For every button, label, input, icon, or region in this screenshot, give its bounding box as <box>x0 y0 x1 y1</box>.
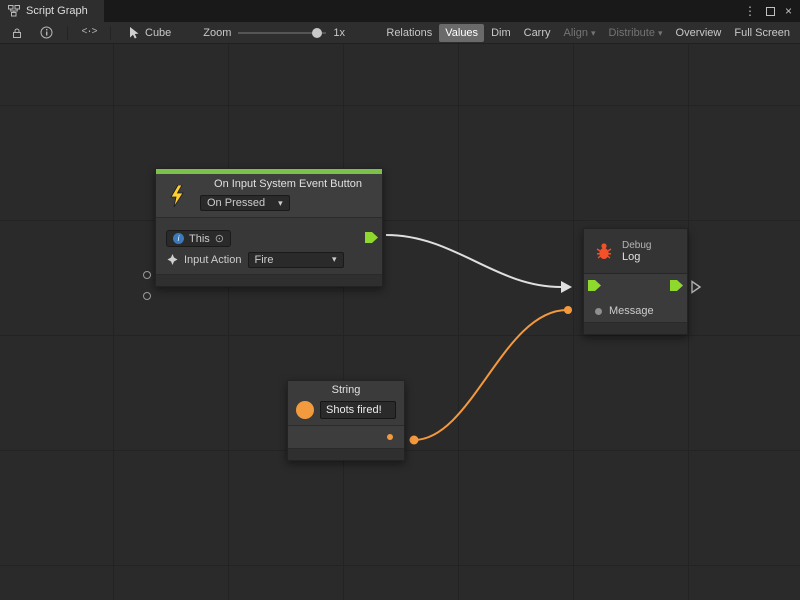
title-bar: Script Graph ⋮ × <box>0 0 800 22</box>
info-icon[interactable] <box>38 26 54 39</box>
values-button[interactable]: Values <box>439 24 484 42</box>
wire-message[interactable] <box>414 310 567 440</box>
this-label: This <box>189 233 210 245</box>
wire-trigger-arrowhead <box>561 281 572 293</box>
bug-icon <box>594 241 614 261</box>
code-icon[interactable]: <·> <box>81 27 97 38</box>
chevron-down-icon: ▾ <box>278 198 283 209</box>
align-dropdown[interactable]: Align▾ <box>558 24 602 42</box>
chevron-down-icon: ▾ <box>591 28 596 38</box>
node-title: On Input System Event Button <box>200 178 376 190</box>
node-string-literal[interactable]: String Shots fired! <box>287 380 405 461</box>
chevron-down-icon: ▾ <box>332 254 337 265</box>
zoom-control: Zoom 1x <box>203 27 345 39</box>
input-action-dropdown[interactable]: Fire ▾ <box>248 252 344 268</box>
full-screen-button[interactable]: Full Screen <box>728 24 796 42</box>
zoom-slider-knob[interactable] <box>312 28 322 38</box>
this-row: i This ⊙ <box>156 228 382 249</box>
output-row <box>288 426 404 448</box>
this-object-field[interactable]: i This ⊙ <box>166 230 231 247</box>
window-menu-icon[interactable]: ⋮ <box>744 5 756 17</box>
zoom-value: 1x <box>333 27 345 39</box>
input-action-icon <box>166 253 179 266</box>
object-picker-icon[interactable]: ⊙ <box>215 232 224 245</box>
input-action-label: Input Action <box>184 254 242 266</box>
node-footer <box>584 322 687 334</box>
relations-button[interactable]: Relations <box>380 24 438 42</box>
overview-button[interactable]: Overview <box>670 24 728 42</box>
graph-toolbar: <·> Cube Zoom 1x Relations Values Dim Ca… <box>0 22 800 44</box>
zoom-slider[interactable] <box>238 32 326 34</box>
distribute-label: Distribute <box>609 27 655 39</box>
target-object-label: Cube <box>145 27 171 39</box>
close-icon[interactable]: × <box>785 5 792 17</box>
wire-message-end-dot <box>564 306 572 314</box>
trigger-input-port[interactable] <box>588 280 601 294</box>
message-input-port[interactable] <box>595 308 602 315</box>
message-label: Message <box>609 305 654 317</box>
distribute-dropdown[interactable]: Distribute▾ <box>603 24 669 42</box>
node-category: Debug <box>622 240 651 251</box>
graph-target[interactable]: Cube <box>129 27 171 39</box>
node-footer <box>288 448 404 460</box>
window-controls: ⋮ × <box>744 0 800 22</box>
trigger-output-port[interactable] <box>670 280 683 294</box>
flow-row <box>584 274 687 300</box>
carry-button[interactable]: Carry <box>518 24 557 42</box>
tab-script-graph[interactable]: Script Graph <box>0 0 104 22</box>
input-action-input-port[interactable] <box>143 292 151 300</box>
align-label: Align <box>564 27 588 39</box>
input-action-row: Input Action Fire ▾ <box>156 249 382 270</box>
node-title: String <box>288 381 404 399</box>
zoom-label: Zoom <box>203 27 231 39</box>
string-type-icon <box>296 401 314 419</box>
message-row: Message <box>584 300 687 322</box>
cursor-icon <box>129 27 140 39</box>
lightning-bolt-icon <box>156 174 198 217</box>
script-graph-icon <box>8 5 20 17</box>
dim-button[interactable]: Dim <box>485 24 517 42</box>
event-mode-dropdown[interactable]: On Pressed ▾ <box>200 195 290 211</box>
maximize-icon[interactable] <box>766 7 775 16</box>
string-value-field[interactable]: Shots fired! <box>320 401 396 419</box>
input-action-value: Fire <box>255 254 274 266</box>
tab-title: Script Graph <box>26 5 88 17</box>
log-output-port-outline[interactable] <box>692 282 700 293</box>
node-debug-log[interactable]: Debug Log Message <box>583 228 688 335</box>
graph-canvas[interactable]: On Input System Event Button On Pressed … <box>0 44 800 600</box>
string-output-port[interactable] <box>387 434 393 440</box>
event-mode-value: On Pressed <box>207 197 265 209</box>
node-title: Log <box>622 251 651 263</box>
node-footer <box>156 274 382 286</box>
chevron-down-icon: ▾ <box>658 28 663 38</box>
wire-message-start-dot <box>410 436 419 445</box>
toolbar-divider <box>110 26 111 40</box>
lock-icon[interactable] <box>9 27 25 39</box>
toolbar-divider <box>67 26 68 40</box>
wire-trigger[interactable] <box>386 235 561 287</box>
trigger-output-port[interactable] <box>365 232 378 246</box>
node-on-input-system-event-button[interactable]: On Input System Event Button On Pressed … <box>155 168 383 287</box>
this-input-port[interactable] <box>143 271 151 279</box>
gameobject-icon: i <box>173 233 184 244</box>
